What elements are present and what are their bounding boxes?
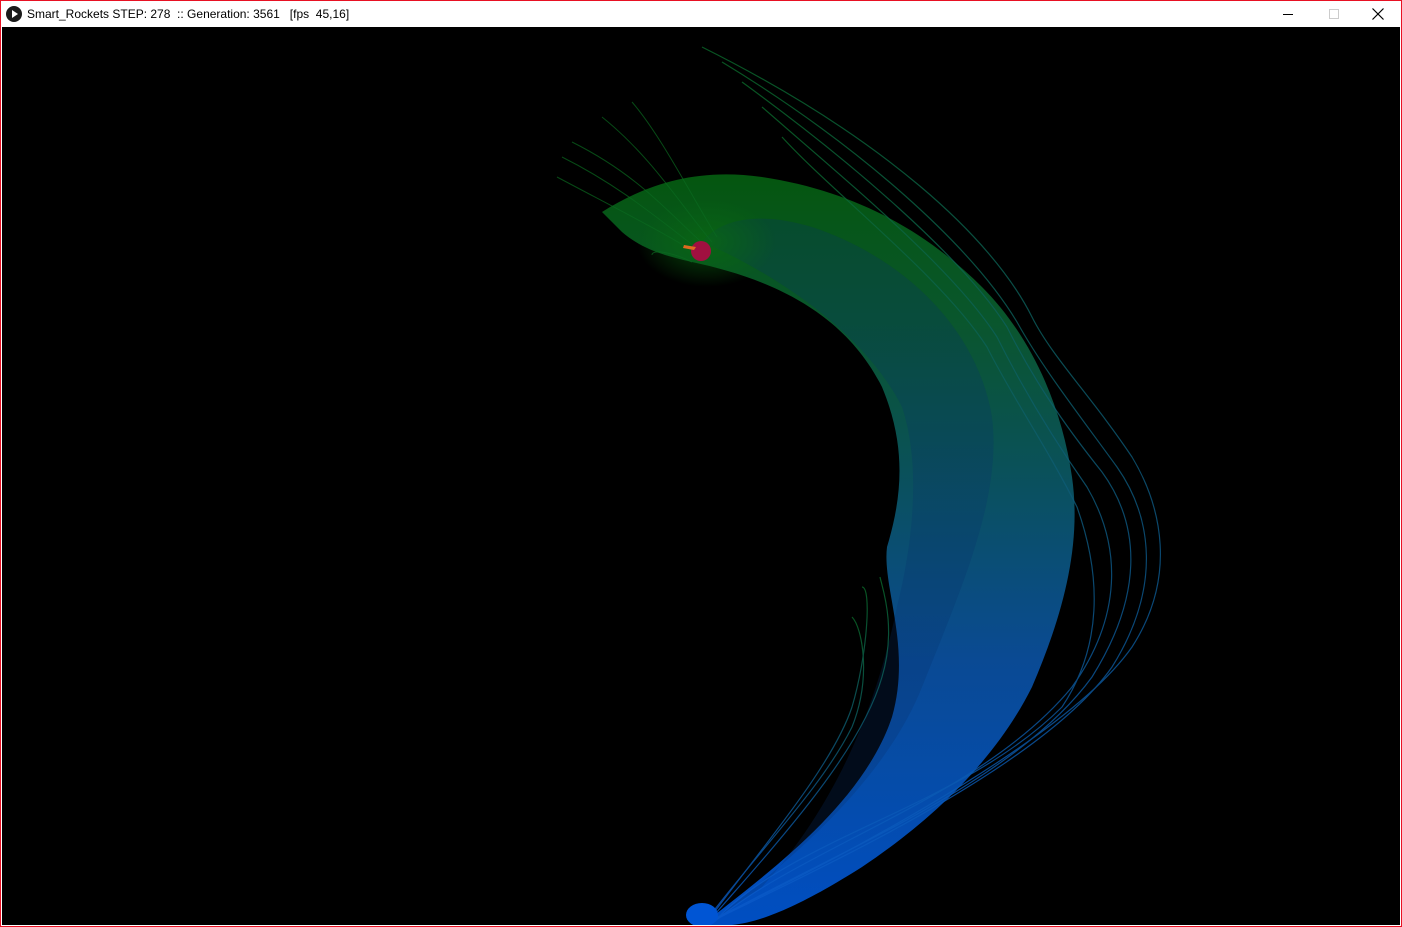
minimize-button[interactable] [1265,1,1311,27]
simulation-canvas[interactable] [2,27,1400,925]
maximize-button [1311,1,1357,27]
title-bar[interactable]: Smart_Rockets STEP: 278 :: Generation: 3… [1,1,1401,27]
minimize-icon [1283,14,1293,15]
close-icon [1372,8,1384,20]
launch-pad [686,903,718,925]
target-marker [691,241,711,261]
window-title: Smart_Rockets STEP: 278 :: Generation: 3… [27,7,350,21]
app-window: Smart_Rockets STEP: 278 :: Generation: 3… [0,0,1402,927]
maximize-icon [1329,9,1339,19]
close-button[interactable] [1355,1,1401,27]
play-icon[interactable] [6,6,22,22]
